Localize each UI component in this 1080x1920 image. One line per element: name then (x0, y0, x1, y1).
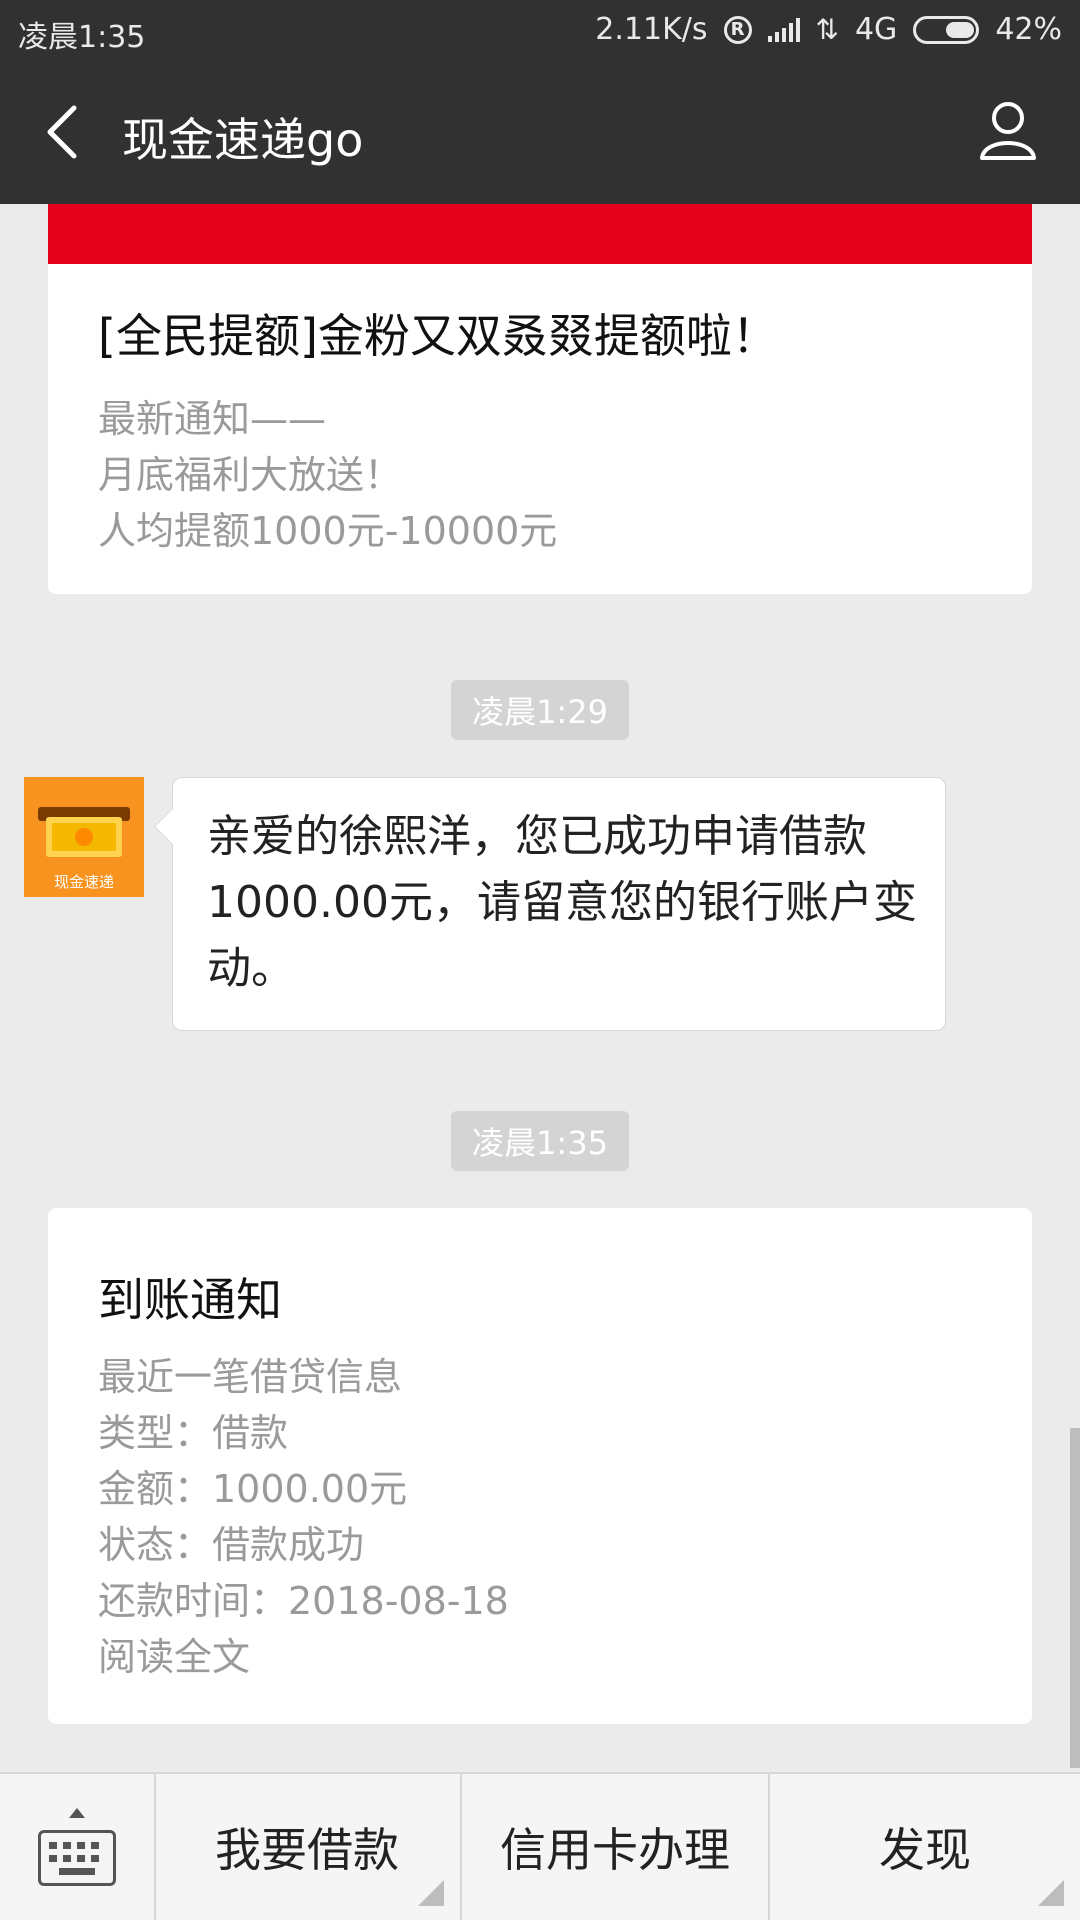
notice-card-line: 类型：借款 (98, 1411, 289, 1455)
menu-item-discover[interactable]: 发现 (770, 1774, 1080, 1920)
notice-card-line: 还款时间：2018-08-18 (98, 1579, 509, 1623)
menu-item-label: 信用卡办理 (500, 1823, 730, 1877)
keyboard-icon (38, 1830, 116, 1886)
card-banner-image[interactable] (48, 204, 1032, 264)
registered-icon: R (723, 15, 752, 44)
timestamp: 凌晨1:29 (451, 680, 629, 740)
submenu-indicator-icon (418, 1880, 444, 1906)
notice-card-title: 到账通知 (98, 1273, 282, 1327)
submenu-indicator-icon (1038, 1880, 1064, 1906)
data-transfer-icon: ⇅ (815, 13, 839, 46)
net-speed: 2.11K/s (595, 12, 708, 47)
menu-item-credit-card[interactable]: 信用卡办理 (462, 1774, 770, 1920)
chat-message-text: 亲爱的徐熙洋，您已成功申请借款1000.00元，请留意您的银行账户变动。 (207, 811, 917, 994)
avatar[interactable]: 现金速递 (24, 777, 144, 897)
signal-icon (767, 17, 800, 42)
battery-icon (913, 15, 980, 44)
notice-card-line: 状态：借款成功 (98, 1523, 365, 1567)
avatar-label: 现金速递 (53, 873, 114, 891)
notice-card-line: 最近一笔借贷信息 (98, 1355, 403, 1399)
read-full-link[interactable]: 阅读全文 (98, 1626, 250, 1681)
back-arrow-icon[interactable] (36, 100, 96, 164)
caret-up-icon (69, 1808, 85, 1818)
promo-card[interactable]: [全民提额]金粉又双叒叕提额啦！ 最新通知—— 月底福利大放送！ 人均提额100… (48, 264, 1032, 594)
promo-card-line: 月底福利大放送！ (98, 453, 403, 497)
user-icon[interactable] (976, 98, 1040, 162)
page-title: 现金速递go (122, 113, 364, 167)
promo-card-title: [全民提额]金粉又双叒叕提额啦！ (98, 309, 778, 363)
arrival-notice-card[interactable]: 到账通知 最近一笔借贷信息 类型：借款 金额：1000.00元 状态：借款成功 … (48, 1208, 1032, 1724)
menu-item-label: 我要借款 (215, 1823, 399, 1877)
status-time: 凌晨1:35 (18, 20, 146, 55)
promo-card-line: 最新通知—— (98, 397, 327, 441)
network-type: 4G (854, 12, 898, 47)
bottom-menu: 我要借款 信用卡办理 发现 (0, 1772, 1080, 1920)
menu-item-borrow[interactable]: 我要借款 (154, 1774, 462, 1920)
keyboard-toggle-button[interactable] (0, 1774, 156, 1920)
chat-bubble[interactable]: 亲爱的徐熙洋，您已成功申请借款1000.00元，请留意您的银行账户变动。 (172, 777, 946, 1031)
promo-card-line: 人均提额1000元-10000元 (98, 509, 558, 553)
battery-level: 42% (995, 12, 1062, 47)
title-bar: 现金速递go (0, 60, 1080, 204)
status-bar: 凌晨1:35 2.11K/s R ⇅ 4G 42% (0, 0, 1080, 60)
scrollbar[interactable] (1070, 1428, 1080, 1768)
status-icons: 2.11K/s R ⇅ 4G 42% (595, 12, 1062, 47)
menu-item-label: 发现 (879, 1823, 971, 1877)
notice-card-line: 金额：1000.00元 (98, 1467, 408, 1511)
timestamp: 凌晨1:35 (451, 1111, 629, 1171)
